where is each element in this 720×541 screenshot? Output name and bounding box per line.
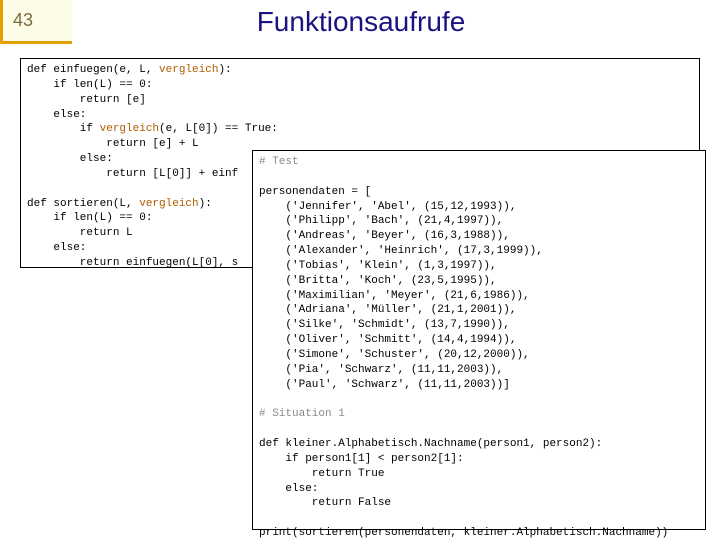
code-line: ('Simone', 'Schuster', (20,12,2000)), [259, 349, 530, 361]
code-line: # Test [259, 156, 299, 168]
code-line: ('Silke', 'Schmidt', (13,7,1990)), [259, 319, 510, 331]
code-line: if vergleich(e, L[0]) == True: [27, 123, 278, 135]
code-line: return False [259, 497, 391, 509]
code-line: ('Pia', 'Schwarz', (11,11,2003)), [259, 364, 503, 376]
code-line: else: [259, 483, 318, 495]
code-line: ('Andreas', 'Beyer', (16,3,1988)), [259, 230, 510, 242]
code-line: ('Jennifer', 'Abel', (15,12,1993)), [259, 201, 516, 213]
code-line: return [L[0]] + einf [27, 168, 238, 180]
code-line: else: [27, 109, 86, 121]
slide-number-box: 43 [0, 0, 72, 44]
code-line: return True [259, 468, 384, 480]
code-line: personendaten = [ [259, 186, 371, 198]
code-line: # Situation 1 [259, 408, 345, 420]
code-line: else: [27, 242, 86, 254]
code-line: if len(L) == 0: [27, 79, 152, 91]
code-line: ('Maximilian', 'Meyer', (21,6,1986)), [259, 290, 530, 302]
code-line: def einfuegen(e, L, vergleich): [27, 64, 232, 76]
code-line: if len(L) == 0: [27, 212, 152, 224]
code-line: else: [27, 153, 113, 165]
code-line: print(sortieren(personendaten, kleiner.A… [259, 527, 668, 539]
code-line: return [e] [27, 94, 146, 106]
code-line: ('Britta', 'Koch', (23,5,1995)), [259, 275, 497, 287]
slide-number: 43 [13, 10, 33, 31]
code-line: return L [27, 227, 133, 239]
code-line: ('Alexander', 'Heinrich', (17,3,1999)), [259, 245, 543, 257]
code-line: ('Adriana', 'Müller', (21,1,2001)), [259, 304, 516, 316]
code-line: if person1[1] < person2[1]: [259, 453, 464, 465]
code-box-right: # Test personendaten = [ ('Jennifer', 'A… [252, 150, 706, 530]
code-line: def sortieren(L, vergleich): [27, 198, 212, 210]
code-line: def kleiner.Alphabetisch.Nachname(person… [259, 438, 602, 450]
code-line: return einfuegen(L[0], s [27, 257, 238, 269]
code-line: ('Paul', 'Schwarz', (11,11,2003))] [259, 379, 510, 391]
code-line: ('Oliver', 'Schmitt', (14,4,1994)), [259, 334, 516, 346]
code-line: ('Tobias', 'Klein', (1,3,1997)), [259, 260, 497, 272]
slide-header: 43 Funktionsaufrufe [0, 0, 720, 44]
code-line: return [e] + L [27, 138, 199, 150]
slide-title: Funktionsaufrufe [72, 0, 720, 44]
code-line: ('Philipp', 'Bach', (21,4,1997)), [259, 215, 503, 227]
